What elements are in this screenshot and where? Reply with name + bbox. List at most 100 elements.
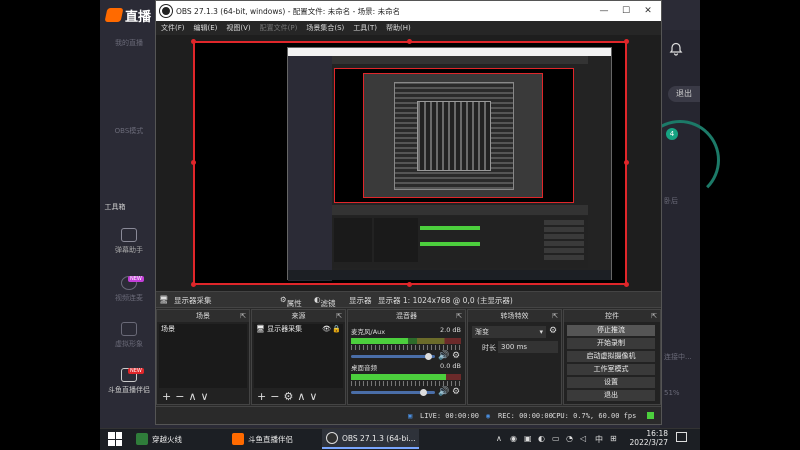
tray-chevron-icon[interactable]: ∧ xyxy=(496,434,502,443)
input-language[interactable]: 中 xyxy=(595,434,603,445)
sidebar-item-avatar[interactable]: 虚拟形象 xyxy=(100,322,158,349)
sidebar-item-label: 工具箱 xyxy=(104,203,126,211)
dock-float-icon[interactable]: ⇱ xyxy=(552,310,558,322)
network-icon[interactable]: ◔ xyxy=(566,434,573,443)
menu-tools[interactable]: 工具(T) xyxy=(353,23,377,33)
remove-icon[interactable]: − xyxy=(175,390,184,403)
maximize-button[interactable]: ☐ xyxy=(616,4,636,18)
dock-float-icon[interactable]: ⇱ xyxy=(456,310,462,322)
move-up-icon[interactable]: ∧ xyxy=(297,390,305,403)
transitions-dock-title: 转场特效 ⇱ xyxy=(468,310,561,322)
resize-handle[interactable] xyxy=(191,39,196,44)
sources-dock: 来源 ⇱ 🖥 显示器采集 👁 🔒 + − ⚙ ∧ ∨ xyxy=(251,309,346,405)
tray-app-icon[interactable]: ▣ xyxy=(524,434,532,443)
taskbar-item-douyu[interactable]: 斗鱼直播伴侣 xyxy=(228,429,297,449)
resize-handle[interactable] xyxy=(407,39,412,44)
add-icon[interactable]: + xyxy=(162,390,171,403)
move-up-icon[interactable]: ∧ xyxy=(188,390,196,403)
lock-icon[interactable]: 🔒 xyxy=(332,324,341,335)
resize-handle[interactable] xyxy=(407,282,412,287)
resize-handle[interactable] xyxy=(191,160,196,165)
virtual-camera-button[interactable]: 启动虚拟摄像机 xyxy=(567,351,655,362)
dock-float-icon[interactable]: ⇱ xyxy=(336,310,342,322)
eye-icon[interactable]: 👁 xyxy=(322,324,331,335)
tray-app-icon[interactable]: ◐ xyxy=(538,434,545,443)
menu-file[interactable]: 文件(F) xyxy=(161,23,185,33)
mixer-channel-mic: 麦克风/Aux 2.0 dB 🔊 ⚙ xyxy=(351,326,461,361)
windows-start-icon[interactable] xyxy=(108,432,122,446)
sidebar-item-my-stream[interactable]: 我的直播 xyxy=(100,38,158,48)
slider-knob[interactable] xyxy=(424,353,432,360)
display-select[interactable]: 显示器 1: 1024x768 @ 0,0 (主显示器) xyxy=(378,295,513,306)
gear-icon[interactable]: ⚙ xyxy=(452,351,460,361)
gear-icon[interactable]: ⚙ xyxy=(283,390,293,403)
sidebar-item-toolbox[interactable]: 工具箱 xyxy=(86,202,144,212)
taskbar-item-obs[interactable]: OBS 27.1.3 (64-bi... xyxy=(322,429,420,449)
preview-canvas[interactable] xyxy=(191,39,629,287)
resize-handle[interactable] xyxy=(191,282,196,287)
duration-input[interactable]: 300 ms xyxy=(498,341,558,353)
nested-source-bar xyxy=(332,205,588,215)
menu-scene-collection[interactable]: 场景集合(S) xyxy=(306,23,344,33)
filters-button[interactable]: ◐ 滤镜 xyxy=(314,295,336,308)
add-icon[interactable]: + xyxy=(257,390,266,403)
settings-button[interactable]: 设置 xyxy=(567,377,655,388)
notification-icon[interactable] xyxy=(676,432,687,442)
transition-select[interactable]: 渐变 ▾ xyxy=(472,326,546,338)
minimize-button[interactable]: — xyxy=(594,4,614,18)
battery-icon[interactable]: ▭ xyxy=(552,434,560,443)
menu-edit[interactable]: 编辑(E) xyxy=(194,23,218,33)
gear-icon[interactable]: ⚙ xyxy=(452,387,460,397)
volume-slider[interactable]: 🔊 ⚙ xyxy=(351,351,461,361)
taskbar-item-label: 斗鱼直播伴侣 xyxy=(248,434,293,444)
sidebar-item-obs-mode[interactable]: OBS模式 xyxy=(100,126,158,136)
nested-titlebar xyxy=(288,48,611,56)
scene-item[interactable]: 场景 xyxy=(159,324,247,335)
stop-streaming-button[interactable]: 停止推流 xyxy=(567,325,655,336)
dock-float-icon[interactable]: ⇱ xyxy=(651,310,657,322)
move-down-icon[interactable]: ∨ xyxy=(201,390,209,403)
slider-knob[interactable] xyxy=(419,389,427,396)
sidebar-item-danmu[interactable]: 弹幕助手 xyxy=(100,228,158,255)
dock-float-icon[interactable]: ⇱ xyxy=(240,310,246,322)
taskbar-clock[interactable]: 16:18 2022/3/27 xyxy=(628,429,668,447)
speaker-icon[interactable]: 🔊 xyxy=(438,351,449,361)
start-recording-button[interactable]: 开始录制 xyxy=(567,338,655,349)
exit-obs-button[interactable]: 退出 xyxy=(567,390,655,401)
studio-mode-button[interactable]: 工作室模式 xyxy=(567,364,655,375)
close-button[interactable]: ✕ xyxy=(638,4,658,18)
source-item[interactable]: 🖥 显示器采集 👁 🔒 xyxy=(254,324,343,335)
menu-bar: 文件(F) 编辑(E) 视图(V) 配置文件(P) 场景集合(S) 工具(T) … xyxy=(156,21,661,35)
slider-track xyxy=(351,355,435,358)
bell-icon[interactable] xyxy=(669,42,683,56)
menu-profile[interactable]: 配置文件(P) xyxy=(260,23,298,33)
ring-badge: 4 xyxy=(666,128,678,140)
duration-label: 时长 xyxy=(482,344,496,352)
nested-docks xyxy=(332,216,588,268)
volume-icon[interactable]: ◁ xyxy=(580,434,586,443)
volume-slider[interactable]: 🔊 ⚙ xyxy=(351,387,461,397)
sidebar-item-label: 弹幕助手 xyxy=(115,246,143,254)
resize-handle[interactable] xyxy=(624,39,629,44)
properties-button[interactable]: ⚙ 属性 xyxy=(280,295,302,308)
move-down-icon[interactable]: ∨ xyxy=(309,390,317,403)
exit-button[interactable]: 退出 xyxy=(668,86,700,102)
taskbar-item-crossfire[interactable]: 穿越火线 xyxy=(132,429,186,449)
gear-icon[interactable]: ⚙ xyxy=(549,326,557,336)
menu-help[interactable]: 帮助(H) xyxy=(386,23,411,33)
menu-view[interactable]: 视图(V) xyxy=(226,23,250,33)
nested-menubar xyxy=(332,56,588,64)
infinite-mirror-effect xyxy=(394,82,514,190)
logo-mark-icon xyxy=(104,8,124,22)
resize-handle[interactable] xyxy=(624,160,629,165)
speaker-icon[interactable]: 🔊 xyxy=(438,387,449,397)
resize-handle[interactable] xyxy=(624,282,629,287)
remove-icon[interactable]: − xyxy=(270,390,279,403)
obs-titlebar[interactable]: OBS 27.1.3 (64-bit, windows) - 配置文件: 未命名… xyxy=(156,1,661,21)
nested-preview-inner xyxy=(363,73,543,198)
rec-icon: ◉ xyxy=(486,412,491,420)
sources-list: 🖥 显示器采集 👁 🔒 xyxy=(254,324,343,388)
tray-app-icon[interactable]: ◉ xyxy=(510,434,517,443)
captured-display-image xyxy=(287,47,612,281)
ime-icon[interactable]: ⊞ xyxy=(610,434,617,443)
